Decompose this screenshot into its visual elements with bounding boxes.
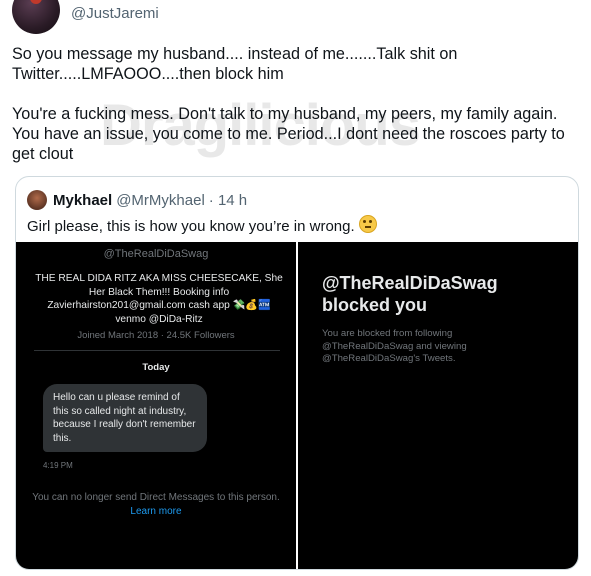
tweet-paragraph-1: So you message my husband.... instead of… — [12, 45, 458, 83]
profile-joined: Joined March 2018 · 24.5K Followers — [77, 330, 235, 341]
message-bubble: Hello can u please remind of this so cal… — [43, 384, 207, 452]
blocked-description: You are blocked from following @TheRealD… — [322, 328, 467, 364]
rolling-eyes-icon — [358, 215, 377, 233]
date-separator: Today — [142, 362, 170, 373]
author-avatar[interactable] — [12, 0, 60, 34]
author-handle[interactable]: @JustJaremi — [71, 5, 159, 22]
quote-header: Mykhael @MrMykhael · 14 h — [27, 190, 247, 210]
divider — [34, 350, 280, 351]
blocked-screenshot-image[interactable]: @TheRealDiDaSwag blocked you You are blo… — [298, 242, 578, 569]
dm-notice: You can no longer send Direct Messages t… — [32, 492, 280, 503]
quote-author-handle[interactable]: @MrMykhael — [116, 192, 205, 209]
blocked-title: @TheRealDiDaSwag blocked you — [322, 273, 498, 315]
message-time: 4:19 PM — [43, 461, 73, 470]
quote-timestamp[interactable]: · 14 h — [209, 192, 247, 209]
tweet-text: So you message my husband.... instead of… — [12, 44, 572, 164]
quote-avatar[interactable] — [27, 190, 47, 210]
quote-text-body: Girl please, this is how you know you’re… — [27, 218, 355, 235]
quoted-tweet[interactable]: Mykhael @MrMykhael · 14 h Girl please, t… — [15, 176, 579, 570]
learn-more-link[interactable]: Learn more — [16, 506, 296, 517]
profile-handle: @TheRealDiDaSwag — [103, 248, 209, 260]
quote-text: Girl please, this is how you know you’re… — [27, 215, 377, 235]
profile-bio: THE REAL DIDA RITZ AKA MISS CHEESECAKE, … — [35, 273, 283, 325]
quote-author-name[interactable]: Mykhael — [53, 192, 112, 209]
dm-screenshot-image[interactable]: @TheRealDiDaSwag THE REAL DIDA RITZ AKA … — [16, 242, 296, 569]
tweet-paragraph-2: You're a fucking mess. Don't talk to my … — [12, 105, 565, 163]
